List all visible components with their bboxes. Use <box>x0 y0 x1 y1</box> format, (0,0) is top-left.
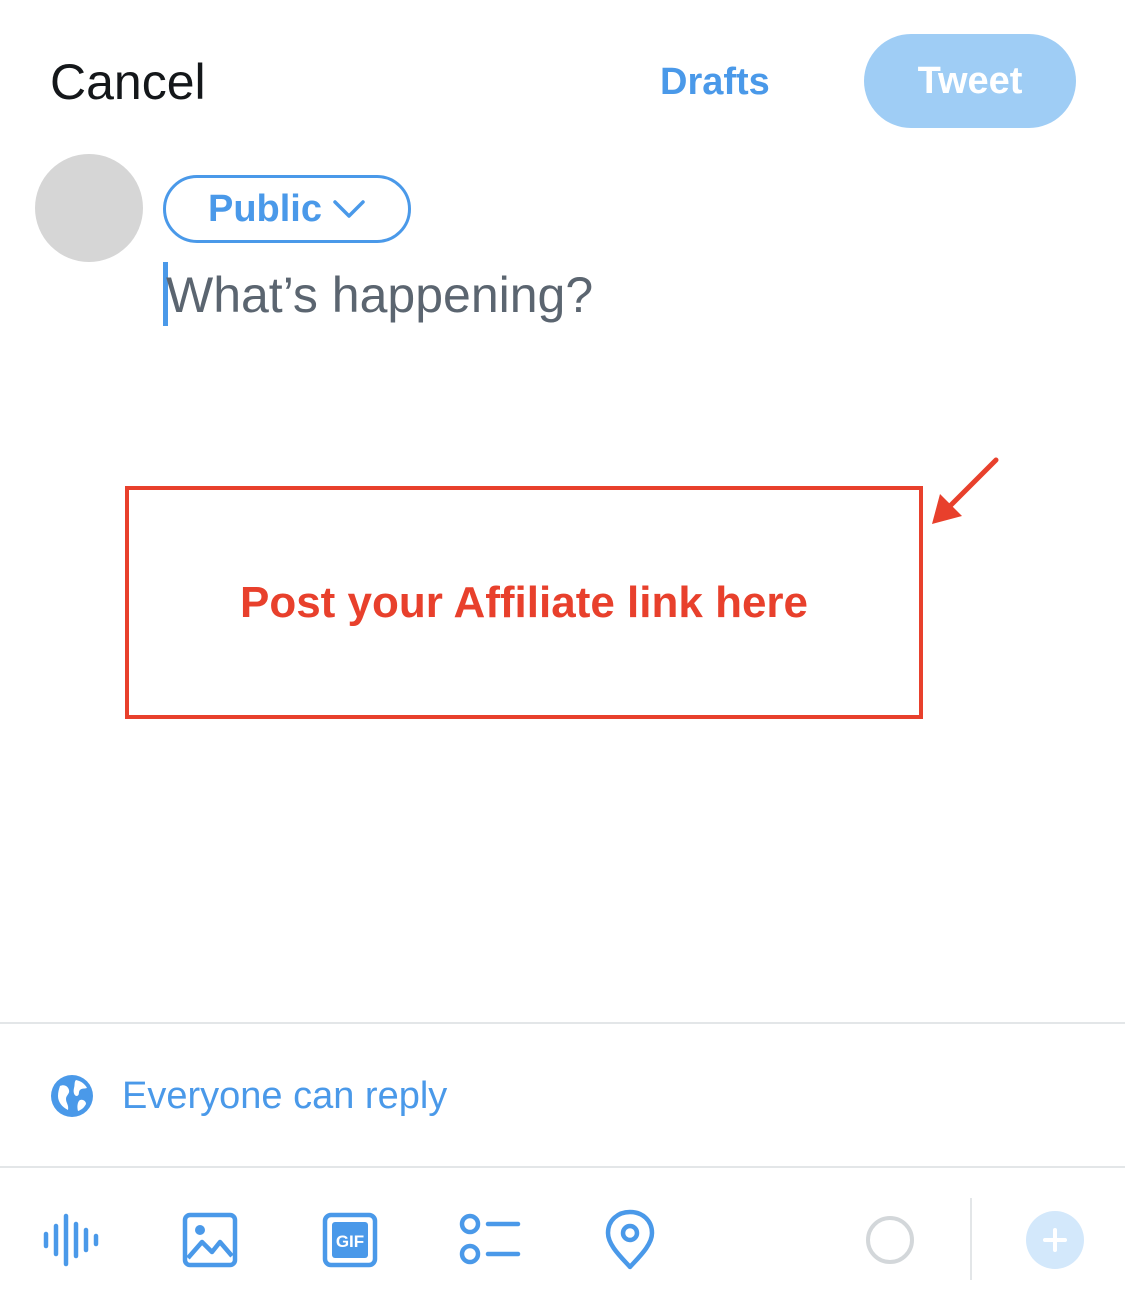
gif-icon: GIF <box>322 1212 378 1268</box>
reply-settings-label: Everyone can reply <box>122 1074 448 1117</box>
cancel-button[interactable]: Cancel <box>50 52 206 112</box>
poll-icon <box>459 1213 521 1265</box>
gif-button[interactable]: GIF <box>318 1208 382 1272</box>
annotation-arrow-icon <box>932 457 999 524</box>
poll-button[interactable] <box>458 1208 522 1272</box>
toolbar-divider <box>970 1198 972 1280</box>
divider <box>0 1022 1125 1024</box>
voice-button[interactable] <box>38 1208 102 1272</box>
add-thread-button[interactable] <box>1026 1211 1084 1269</box>
globe-icon <box>51 1075 93 1117</box>
drafts-button[interactable]: Drafts <box>660 58 770 106</box>
chevron-down-icon <box>333 200 365 218</box>
audience-label: Public <box>207 187 323 230</box>
tweet-button[interactable]: Tweet <box>864 34 1076 128</box>
plus-icon <box>1043 1228 1067 1252</box>
annotation-box: Post your Affiliate link here <box>125 486 923 719</box>
voice-icon <box>43 1213 99 1267</box>
divider <box>0 1166 1125 1168</box>
reply-settings-button[interactable]: Everyone can reply <box>50 1072 447 1120</box>
character-count-ring <box>866 1216 914 1264</box>
audience-selector[interactable]: Public <box>163 175 411 243</box>
location-icon <box>605 1209 655 1270</box>
image-button[interactable] <box>178 1208 242 1272</box>
tweet-text-input[interactable] <box>166 258 1066 332</box>
location-button[interactable] <box>598 1208 662 1272</box>
svg-text:GIF: GIF <box>336 1232 364 1251</box>
annotation-text: Post your Affiliate link here <box>239 577 809 627</box>
avatar <box>35 154 143 262</box>
image-icon <box>182 1212 238 1268</box>
